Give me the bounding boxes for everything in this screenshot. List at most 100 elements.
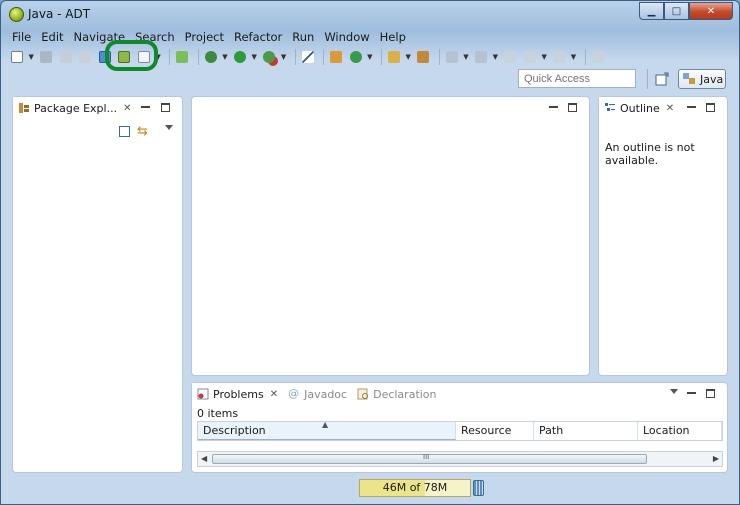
outline-tabs: Outline ✕	[599, 97, 727, 119]
column-description[interactable]: Description ▲	[198, 420, 456, 440]
previous-annotation-icon[interactable]	[473, 49, 489, 65]
close-button[interactable]: ✕	[689, 2, 733, 20]
adt-app-icon[interactable]	[9, 7, 24, 22]
scroll-right-icon[interactable]: ▶	[713, 454, 719, 463]
next-annotation-dropdown-icon[interactable]: ▼	[463, 53, 469, 61]
view-menu-icon[interactable]	[670, 389, 678, 394]
scrollbar-thumb[interactable]: III	[212, 453, 647, 464]
minimize-view-icon[interactable]	[687, 392, 696, 394]
maximize-editor-icon[interactable]	[568, 103, 577, 112]
outline-tab-label: Outline	[620, 101, 660, 115]
tab-declaration[interactable]: Declaration	[352, 383, 441, 405]
minimize-editor-icon[interactable]	[549, 106, 558, 108]
scroll-left-icon[interactable]: ◀	[201, 454, 207, 463]
declaration-tab-label: Declaration	[373, 387, 437, 401]
new-java-package-icon[interactable]	[328, 49, 344, 65]
previous-annotation-dropdown-icon[interactable]: ▼	[493, 53, 499, 61]
menu-edit[interactable]: Edit	[36, 28, 68, 46]
menu-file[interactable]: File	[7, 28, 36, 46]
open-task-icon[interactable]	[415, 49, 431, 65]
java-perspective-button[interactable]: Java	[678, 69, 726, 89]
external-tools-dropdown-icon[interactable]: ▼	[281, 53, 287, 61]
open-type-icon[interactable]	[386, 49, 402, 65]
editor-area[interactable]	[191, 96, 590, 376]
menu-help[interactable]: Help	[375, 28, 411, 46]
column-location[interactable]: Location	[638, 422, 722, 440]
menu-refactor[interactable]: Refactor	[229, 28, 287, 46]
horizontal-scrollbar[interactable]: ◀ III ▶	[197, 451, 723, 467]
main-toolbar: ▼ ▼ ▼ ▼ ▼ ▼ ▼ ▼ ▼ ▼ ▼	[9, 46, 609, 68]
last-edit-icon[interactable]	[502, 49, 518, 65]
pin-editor-icon[interactable]	[590, 49, 606, 65]
new-android-project-icon[interactable]	[174, 49, 190, 65]
tab-outline[interactable]: Outline ✕	[599, 97, 680, 119]
bottom-tabs: Problems ✕ @ Javadoc Declaration	[192, 383, 727, 405]
toolbar-separator	[294, 49, 296, 65]
close-tab-icon[interactable]: ✕	[123, 103, 131, 114]
debug-dropdown-icon[interactable]: ▼	[222, 53, 228, 61]
debug-icon[interactable]	[203, 49, 219, 65]
forward-icon[interactable]	[551, 49, 567, 65]
tab-javadoc[interactable]: @ Javadoc	[283, 383, 352, 405]
maximize-view-icon[interactable]	[161, 103, 170, 112]
minimize-view-icon[interactable]	[141, 106, 150, 108]
minimize-view-icon[interactable]	[687, 106, 696, 108]
perspective-label: Java	[700, 72, 724, 86]
javadoc-tab-label: Javadoc	[304, 387, 348, 401]
column-path[interactable]: Path	[534, 422, 638, 440]
green-highlight-circle	[105, 40, 158, 71]
maximize-view-icon[interactable]	[706, 103, 715, 112]
close-tab-icon[interactable]: ✕	[270, 389, 278, 400]
new-dropdown-icon[interactable]: ▼	[29, 53, 35, 61]
window-title: Java - ADT	[28, 7, 91, 21]
maximize-button[interactable]: □	[664, 2, 689, 20]
external-tools-icon[interactable]	[261, 49, 277, 65]
close-tab-icon[interactable]: ✕	[666, 103, 674, 114]
tab-package-explorer[interactable]: Package Expl... ✕	[13, 97, 137, 119]
maximize-view-icon[interactable]	[706, 389, 715, 398]
open-perspective-icon[interactable]	[655, 72, 669, 86]
next-annotation-icon[interactable]	[444, 49, 460, 65]
view-menu-icon[interactable]	[165, 125, 173, 130]
link-with-editor-icon[interactable]: ⇆	[137, 124, 148, 139]
title-bar[interactable]: Java - ADT ▁ □ ✕	[1, 1, 739, 27]
scrollbar-grip: III	[423, 453, 430, 461]
skip-breakpoints-icon[interactable]	[300, 49, 316, 65]
toolbar-separator	[323, 49, 325, 65]
ide-window: Java - ADT ▁ □ ✕ File Edit Navigate Sear…	[0, 0, 740, 505]
back-dropdown-icon[interactable]: ▼	[541, 53, 547, 61]
menu-bar: File Edit Navigate Search Project Refact…	[7, 28, 411, 46]
heap-status-label: 46M of 78M	[382, 481, 448, 494]
column-description-label: Description	[203, 424, 266, 437]
save-all-icon[interactable]	[58, 49, 74, 65]
menu-project[interactable]: Project	[180, 28, 229, 46]
outline-message: An outline is not available.	[605, 141, 695, 167]
back-icon[interactable]	[522, 49, 538, 65]
print-icon[interactable]	[77, 49, 93, 65]
tab-problems[interactable]: Problems ✕	[192, 383, 284, 405]
menu-window[interactable]: Window	[319, 28, 374, 46]
new-class-dropdown-icon[interactable]: ▼	[367, 53, 373, 61]
run-icon[interactable]	[232, 49, 248, 65]
new-icon[interactable]	[9, 49, 25, 65]
java-perspective-icon	[683, 73, 695, 84]
collapse-all-icon[interactable]	[119, 126, 130, 137]
minimize-button[interactable]: ▁	[639, 2, 664, 20]
outline-icon	[605, 103, 615, 111]
open-type-dropdown-icon[interactable]: ▼	[405, 53, 411, 61]
package-explorer-tabs: Package Expl... ✕	[13, 97, 182, 119]
item-count: 0 items	[197, 407, 239, 420]
column-resource[interactable]: Resource	[456, 422, 534, 440]
menu-run[interactable]: Run	[287, 28, 319, 46]
javadoc-icon: @	[288, 387, 300, 400]
column-location-label: Location	[643, 424, 690, 437]
garbage-collect-icon[interactable]	[473, 480, 484, 496]
window-controls: ▁ □ ✕	[639, 2, 733, 20]
heap-status: 46M of 78M	[359, 479, 471, 497]
save-icon[interactable]	[38, 49, 54, 65]
run-dropdown-icon[interactable]: ▼	[252, 53, 258, 61]
forward-dropdown-icon[interactable]: ▼	[571, 53, 577, 61]
new-java-class-icon[interactable]	[348, 49, 364, 65]
quick-access-input[interactable]	[518, 69, 636, 88]
column-resource-label: Resource	[461, 424, 512, 437]
